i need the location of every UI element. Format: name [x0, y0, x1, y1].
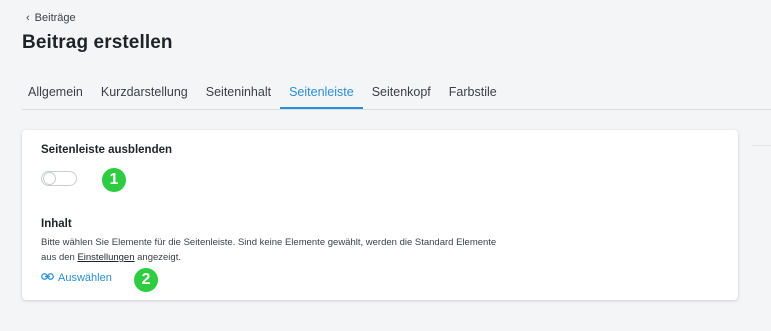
link-icon [41, 272, 54, 284]
hide-sidebar-toggle[interactable] [41, 171, 77, 186]
tab-farbstile[interactable]: Farbstile [440, 79, 506, 108]
tab-seitenkopf[interactable]: Seitenkopf [363, 79, 440, 108]
divider [752, 145, 771, 146]
toggle-knob [43, 172, 56, 185]
tab-seiteninhalt[interactable]: Seiteninhalt [197, 79, 280, 108]
annotation-badge-1: 1 [101, 167, 127, 193]
tab-bar: Allgemein Kurzdarstellung Seiteninhalt S… [22, 79, 771, 110]
breadcrumb-label: Beiträge [34, 12, 76, 24]
annotation-badge-2: 2 [133, 267, 159, 293]
tab-kurzdarstellung[interactable]: Kurzdarstellung [92, 79, 197, 108]
description-prefix: aus den [41, 252, 75, 263]
description-line-1: Bitte wählen Sie Elemente für die Seiten… [41, 237, 497, 248]
settings-link[interactable]: Einstellungen [77, 252, 134, 263]
sidebar-settings-card: Seitenleiste ausblenden 1 Inhalt Bitte w… [22, 130, 738, 300]
breadcrumb[interactable]: ‹ Beiträge [26, 12, 76, 24]
content-description: Bitte wählen Sie Elemente für die Seiten… [41, 235, 561, 265]
tab-seitenleiste[interactable]: Seitenleiste [280, 79, 363, 109]
chevron-left-icon: ‹ [26, 11, 30, 24]
content-section-title: Inhalt [41, 218, 72, 230]
page-title: Beitrag erstellen [22, 32, 173, 53]
hide-sidebar-title: Seitenleiste ausblenden [41, 144, 173, 156]
tab-allgemein[interactable]: Allgemein [22, 79, 92, 108]
select-elements-link[interactable]: Auswählen [41, 272, 112, 284]
select-link-label: Auswählen [58, 272, 112, 284]
description-suffix: angezeigt. [137, 252, 181, 263]
